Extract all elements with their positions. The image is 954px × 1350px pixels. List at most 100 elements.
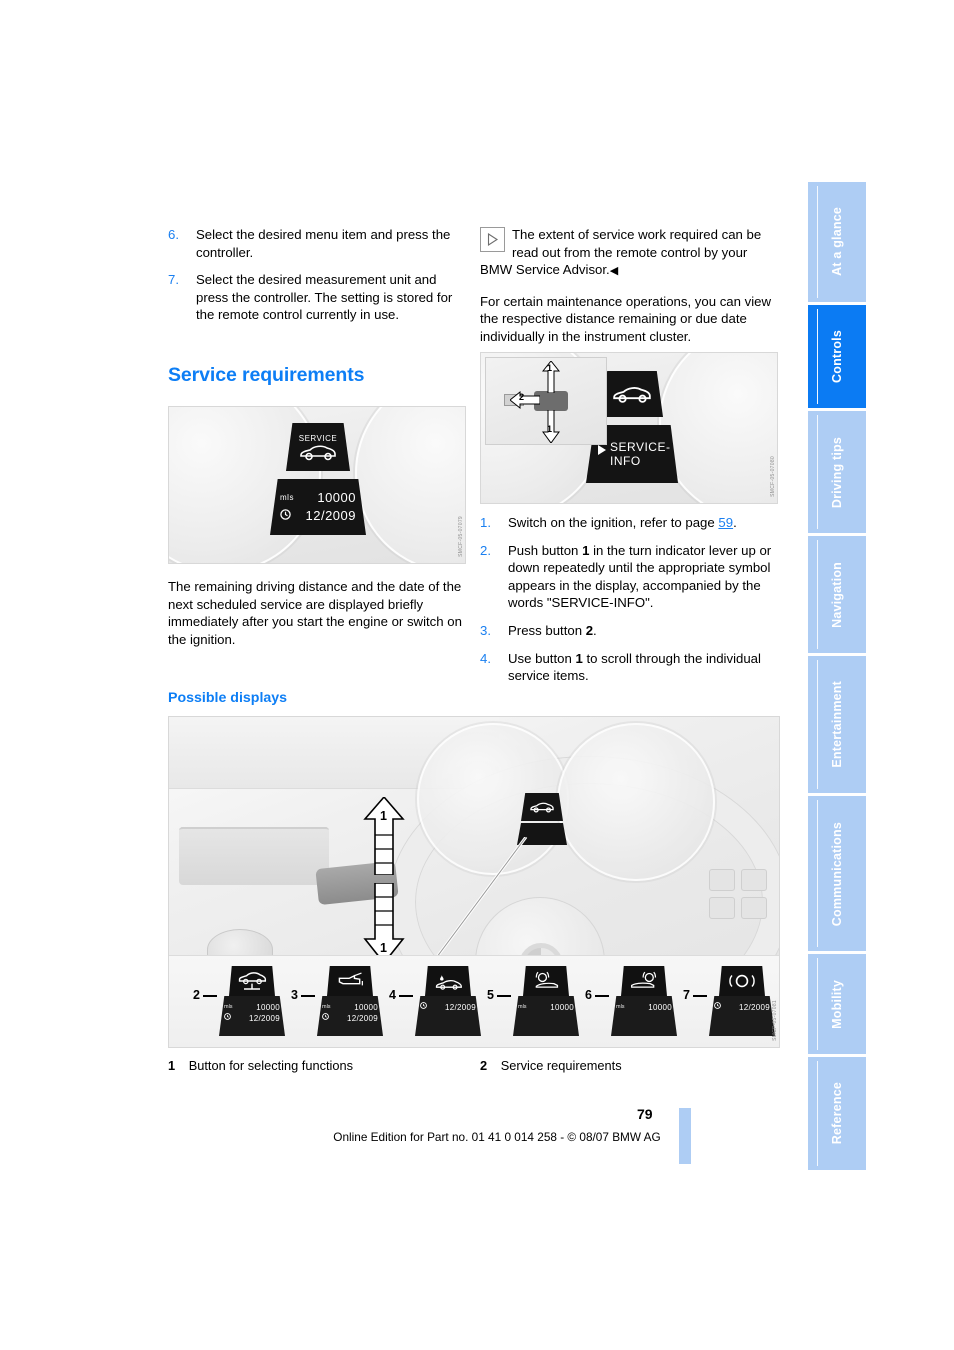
date-row: 12/2009 — [714, 1002, 770, 1013]
service-info-line1: SERVICE- — [610, 440, 671, 454]
tab-rule — [817, 308, 818, 405]
car-icon — [300, 444, 336, 460]
tab-rule — [817, 540, 818, 650]
leader-line — [399, 995, 413, 997]
display-values: 12/2009 — [415, 996, 481, 1036]
speedometer-dial — [557, 723, 715, 881]
arrow-left-icon — [510, 390, 540, 410]
page-reference-link[interactable]: 59 — [718, 515, 733, 530]
distance-value: 10000 — [256, 1003, 280, 1012]
figure-code: SMCF-05-07081 — [772, 1000, 778, 1041]
legend-number: 2 — [480, 1058, 488, 1073]
step-text: Select the desired measurement unit and … — [196, 272, 453, 323]
distance-row: mls 10000 — [616, 1002, 672, 1013]
wheel-button[interactable] — [709, 897, 735, 919]
service-label: SERVICE — [298, 433, 338, 443]
wheel-button[interactable] — [741, 869, 767, 891]
list-item: 1. Switch on the ignition, refer to page… — [480, 514, 778, 532]
sidebar-item-reference[interactable]: Reference — [808, 1056, 866, 1170]
date-value: 12/2009 — [248, 1014, 280, 1023]
leader-line — [301, 995, 315, 997]
list-item: 6. Select the desired menu item and pres… — [168, 226, 466, 261]
sidebar-item-at-a-glance[interactable]: At a glance — [808, 182, 866, 302]
note-block: The extent of service work required can … — [480, 226, 778, 281]
service-values-chip: mls 10000 12/2009 — [270, 479, 366, 535]
display-item-7: 7 12/2009 — [683, 966, 779, 1038]
date-row: 12/2009 — [224, 1013, 280, 1024]
sidebar-item-label: Driving tips — [830, 436, 844, 508]
tab-rule — [817, 660, 818, 790]
unit-label: mls — [322, 1004, 331, 1010]
page-title: Service requirements — [168, 364, 365, 386]
display-number: 6 — [585, 988, 592, 1002]
sidebar-item-navigation[interactable]: Navigation — [808, 536, 866, 654]
sidebar-item-mobility[interactable]: Mobility — [808, 954, 866, 1054]
clock-icon — [420, 1002, 427, 1013]
speedometer-dial — [355, 407, 465, 563]
figure-code: SMCF-05-07079 — [458, 516, 464, 557]
service-symbol-chip — [601, 371, 663, 417]
step-number: 6. — [168, 227, 179, 242]
possible-displays-strip: 2 mls 10000 12/2009 3 mls 10000 12/2009 … — [169, 955, 779, 1047]
dial-ticks — [565, 731, 707, 873]
tab-rule — [817, 1060, 818, 1166]
unit-label: mls — [518, 1004, 527, 1010]
brake-fluid-car-icon — [425, 966, 471, 996]
service-info-line2: INFO — [610, 454, 641, 468]
sidebar-item-label: Controls — [830, 330, 844, 384]
sidebar-item-label: Reference — [830, 1082, 844, 1145]
clock-icon — [280, 507, 291, 525]
arrow-up-label: 1 — [380, 809, 387, 823]
display-values: 12/2009 — [709, 996, 775, 1036]
date-value: 12/2009 — [444, 1003, 476, 1012]
list-item: 4. Use button 1 to scroll through the in… — [480, 650, 778, 685]
sidebar-item-label: Mobility — [830, 979, 844, 1029]
clock-icon — [714, 1002, 721, 1013]
car-icon — [613, 387, 651, 403]
distance-value: 10000 — [354, 1003, 378, 1012]
clock-icon — [322, 1013, 329, 1024]
leader-line-2 — [429, 836, 528, 966]
step-number: 1. — [480, 515, 491, 530]
service-info-row: SERVICE- INFO — [598, 440, 670, 468]
distance-value: 10000 — [550, 1003, 574, 1012]
wheel-button[interactable] — [741, 897, 767, 919]
leader-line — [203, 995, 217, 997]
distance-row: mls 10000 — [518, 1002, 574, 1013]
step-number: 4. — [480, 650, 491, 666]
sidebar-item-controls[interactable]: Controls — [808, 304, 866, 409]
button-ref: 1 — [575, 650, 583, 666]
date-row: 12/2009 — [322, 1013, 378, 1024]
triangle-right-icon — [480, 227, 505, 252]
display-item-6: 6 mls 10000 — [585, 966, 681, 1038]
maintenance-paragraph: For certain maintenance operations, you … — [480, 293, 772, 344]
callout-up-label: 1 — [547, 363, 553, 373]
step-text-pre: Use button — [508, 650, 576, 666]
sidebar-item-driving-tips[interactable]: Driving tips — [808, 411, 866, 534]
end-mark: ◀ — [609, 265, 619, 278]
dial-ticks — [667, 353, 777, 503]
callout-down-label: 1 — [547, 424, 553, 434]
tab-rule — [817, 415, 818, 530]
sidebar-item-label: Navigation — [830, 561, 844, 628]
manual-page: At a glance Controls Driving tips Naviga… — [0, 0, 954, 1350]
tab-rule — [817, 186, 818, 298]
legend-item-2: 2 Service requirements — [480, 1058, 622, 1073]
service-indicator-chip: SERVICE — [286, 423, 350, 471]
sidebar-item-communications[interactable]: Communications — [808, 796, 866, 952]
distance-value: 10000 — [648, 1003, 672, 1012]
display-number: 5 — [487, 988, 494, 1002]
sidebar-item-entertainment[interactable]: Entertainment — [808, 656, 866, 794]
oil-can-icon — [327, 966, 373, 996]
date-value: 12/2009 — [738, 1003, 770, 1012]
figure-code: SMCF-05-07080 — [770, 456, 776, 497]
display-values: mls 10000 — [611, 996, 677, 1036]
wheel-button[interactable] — [709, 869, 735, 891]
legend-label: Button for selecting functions — [188, 1058, 354, 1073]
step-text: Select the desired menu item and press t… — [196, 227, 451, 260]
dial-ticks — [363, 407, 465, 563]
section-tabs: At a glance Controls Driving tips Naviga… — [808, 182, 866, 1170]
figure-possible-displays: 1 1 2 mls 10000 12/2009 3 mls 10000 12/2… — [168, 716, 780, 1048]
note-text-wrap: The extent of service work required can … — [480, 226, 778, 281]
step-number: 2. — [480, 542, 491, 558]
